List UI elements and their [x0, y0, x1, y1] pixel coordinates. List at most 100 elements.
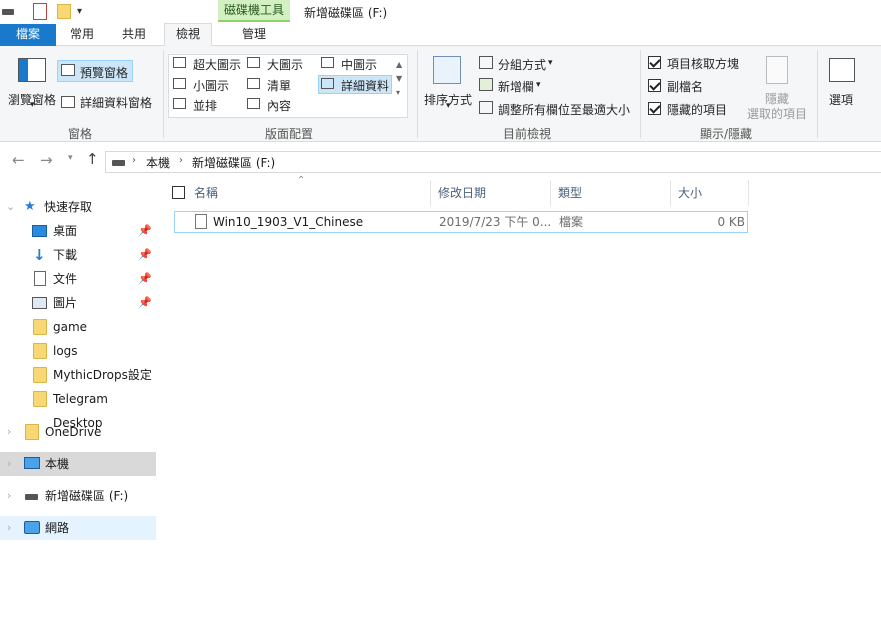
chevron-down-icon[interactable]: ⌄ — [6, 195, 15, 219]
folder-icon — [25, 424, 39, 440]
title-bar: ▾ 磁碟機工具 新增磁碟區 (F:) — [0, 0, 881, 24]
forward-arrow-icon[interactable]: → — [40, 151, 53, 169]
chevron-right-icon[interactable]: › — [7, 516, 11, 540]
sort-by-icon — [433, 56, 461, 84]
chevron-right-icon[interactable]: › — [7, 452, 11, 476]
sidebar-item-label: 快速存取 — [44, 200, 93, 214]
address-box[interactable]: › 本機 › 新增磁碟區 (F:) — [105, 151, 881, 173]
drive-tools-header: 磁碟機工具 — [218, 0, 290, 22]
select-all-checkbox[interactable] — [172, 186, 185, 199]
tab-view[interactable]: 檢視 — [164, 23, 212, 46]
item-checkboxes-checkbox[interactable] — [648, 56, 661, 69]
column-separator[interactable] — [670, 180, 671, 206]
pin-icon[interactable]: 📌 — [138, 243, 152, 267]
document-icon — [34, 271, 46, 286]
details-pane-button[interactable]: 詳細資料窗格 — [80, 94, 152, 111]
panes-group-label: 窗格 — [68, 127, 93, 141]
tab-file[interactable]: 檔案 — [0, 24, 56, 46]
gallery-scroll-icon[interactable]: ▲ ▼ ▾ — [396, 58, 402, 100]
hidden-items-checkbox[interactable] — [648, 102, 661, 115]
extra-large-icons-icon — [173, 57, 186, 68]
file-name[interactable]: Win10_1903_V1_Chinese — [213, 212, 363, 232]
column-header-name[interactable]: 名稱 — [194, 180, 218, 206]
sidebar-item-drive-f[interactable]: › 新增磁碟區 (F:) — [0, 484, 156, 508]
layout-tiles[interactable]: 並排 — [193, 97, 217, 114]
layout-content[interactable]: 內容 — [267, 97, 291, 114]
sidebar-item-mythicdrops[interactable]: MythicDrops設定 — [0, 363, 156, 387]
sidebar-item-this-pc[interactable]: › 本機 — [0, 452, 156, 476]
layout-group-label: 版面配置 — [265, 127, 314, 141]
pin-icon[interactable]: 📌 — [138, 219, 152, 243]
sidebar-item-label: 文件 — [53, 272, 78, 286]
size-all-columns-button[interactable]: 調整所有欄位至最適大小 — [498, 101, 630, 118]
back-arrow-icon[interactable]: ← — [12, 151, 25, 169]
sidebar-item-network[interactable]: › 網路 — [0, 516, 156, 540]
pin-icon[interactable]: 📌 — [138, 291, 152, 315]
details-pane-icon — [61, 96, 75, 108]
group-by-button[interactable]: 分組方式 — [498, 56, 546, 73]
chevron-right-icon[interactable]: › — [7, 484, 11, 508]
layout-list[interactable]: 清單 — [267, 77, 291, 94]
column-header-date[interactable]: 修改日期 — [438, 180, 486, 206]
window-title: 新增磁碟區 (F:) — [304, 6, 388, 20]
chevron-right-icon[interactable]: › — [7, 420, 11, 444]
sidebar-item-label: 下載 — [53, 248, 78, 262]
layout-details[interactable]: 詳細資料 — [341, 77, 389, 94]
tab-manage[interactable]: 管理 — [218, 24, 290, 46]
sidebar-item-desktop[interactable]: 桌面 📌 — [0, 219, 156, 243]
preview-pane-icon — [61, 64, 75, 76]
tiles-icon — [173, 98, 186, 109]
tab-share[interactable]: 共用 — [112, 24, 156, 46]
sidebar-item-telegram[interactable]: Telegram Desktop — [0, 387, 156, 430]
sidebar-item-label: 新增磁碟區 (F:) — [45, 489, 129, 503]
column-separator[interactable] — [430, 180, 431, 206]
table-row[interactable]: Win10_1903_V1_Chinese 2019/7/23 下午 0... … — [174, 211, 748, 233]
options-button[interactable]: 選項 — [829, 91, 853, 108]
breadcrumb-drive[interactable]: 新增磁碟區 (F:) — [192, 154, 275, 171]
star-icon: ★ — [24, 199, 36, 214]
size-columns-icon — [479, 101, 493, 114]
tab-home[interactable]: 常用 — [60, 24, 104, 46]
sidebar-item-logs[interactable]: logs — [0, 339, 156, 363]
sidebar-item-documents[interactable]: 文件 📌 — [0, 267, 156, 291]
add-columns-icon — [479, 78, 493, 91]
sidebar-item-downloads[interactable]: ↓ 下載 📌 — [0, 243, 156, 267]
layout-small-icons[interactable]: 小圖示 — [193, 77, 229, 94]
properties-icon[interactable] — [33, 3, 47, 20]
file-date: 2019/7/23 下午 0... — [439, 215, 552, 229]
separator — [163, 50, 164, 138]
column-header-size[interactable]: 大小 — [678, 180, 702, 206]
sidebar-item-label: 網路 — [45, 521, 70, 535]
item-checkboxes-label[interactable]: 項目核取方塊 — [667, 55, 739, 72]
file-extensions-checkbox[interactable] — [648, 79, 661, 92]
column-separator[interactable] — [748, 180, 749, 206]
up-arrow-icon[interactable]: ↑ — [86, 150, 99, 168]
customize-toolbar-icon[interactable]: ▾ — [77, 6, 82, 17]
sidebar-item-onedrive[interactable]: › OneDrive — [0, 420, 156, 444]
small-icons-icon — [173, 78, 186, 89]
navigation-pane: ⌄ ★ 快速存取 桌面 📌 ↓ 下載 📌 文件 📌 圖片 📌 game logs… — [0, 180, 158, 640]
layout-extra-large-icons[interactable]: 超大圖示 — [193, 56, 241, 73]
hidden-items-label[interactable]: 隱藏的項目 — [667, 101, 727, 118]
drive-icon — [112, 160, 125, 166]
sidebar-item-pictures[interactable]: 圖片 📌 — [0, 291, 156, 315]
column-header-type[interactable]: 類型 — [558, 180, 582, 206]
drive-icon — [2, 9, 14, 15]
hide-selected-button-line2[interactable]: 選取的項目 — [747, 105, 807, 122]
column-separator[interactable] — [550, 180, 551, 206]
pin-icon[interactable]: 📌 — [138, 267, 152, 291]
file-extensions-label[interactable]: 副檔名 — [667, 78, 703, 95]
hide-selected-icon — [766, 56, 788, 84]
sidebar-item-game[interactable]: game — [0, 315, 156, 339]
preview-pane-button[interactable]: 預覽窗格 — [80, 64, 128, 81]
recent-locations-icon[interactable]: ▾ — [68, 153, 73, 163]
layout-large-icons[interactable]: 大圖示 — [267, 56, 303, 73]
sidebar-item-quick-access[interactable]: ⌄ ★ 快速存取 — [0, 195, 156, 219]
list-icon — [247, 78, 260, 89]
sidebar-item-label: logs — [53, 344, 78, 358]
breadcrumb-this-pc[interactable]: 本機 — [146, 154, 170, 171]
layout-medium-icons[interactable]: 中圖示 — [341, 56, 377, 73]
add-columns-button[interactable]: 新增欄 — [498, 78, 534, 95]
new-folder-icon[interactable] — [57, 4, 71, 19]
separator — [640, 50, 641, 138]
